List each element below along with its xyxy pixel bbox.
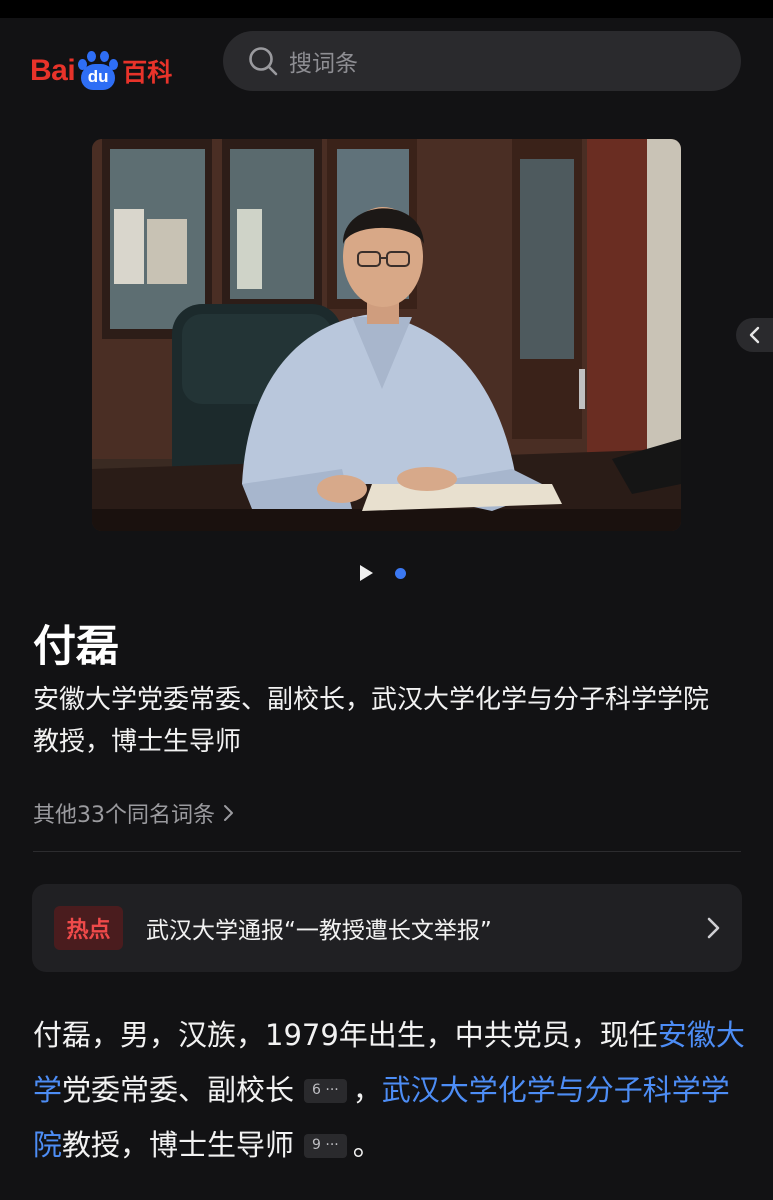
summary-text: ， [352, 1073, 382, 1107]
same-name-entries-link[interactable]: 其他33个同名词条 [33, 797, 235, 829]
summary-text: 。 [352, 1128, 382, 1162]
reference-marker[interactable]: 9 ··· [304, 1134, 347, 1158]
carousel-indicator[interactable] [358, 564, 406, 582]
same-name-entries-label: 其他33个同名词条 [33, 803, 215, 828]
logo-text-baike: 百科 [122, 58, 173, 87]
summary-text: 教授，博士生导师 [62, 1128, 295, 1162]
chevron-right-icon [224, 805, 233, 821]
hot-news-card[interactable]: 热点 武汉大学通报“一教授遭长文举报” [32, 884, 742, 972]
carousel-prev-button[interactable] [736, 318, 773, 352]
paw-icon: du [76, 50, 120, 92]
reference-marker[interactable]: 6 ··· [304, 1079, 347, 1103]
summary-text: 付磊，男，汉族，1979年出生，中共党员，现任 [33, 1018, 658, 1052]
entry-summary: 付磊，男，汉族，1979年出生，中共党员，现任安徽大学党委常委、副校长 6 ···… [33, 1008, 745, 1173]
summary-text: 党委常委、副校长 [62, 1073, 295, 1107]
play-icon[interactable] [358, 564, 374, 582]
chevron-left-icon [749, 326, 759, 344]
chevron-right-icon [707, 917, 720, 939]
status-bar [0, 0, 773, 18]
search-input[interactable]: 搜词条 [223, 31, 741, 91]
baidu-baike-logo[interactable]: Bai du 百科 [30, 50, 172, 92]
search-placeholder: 搜词条 [289, 51, 358, 77]
divider [33, 851, 741, 852]
hot-news-text: 武汉大学通报“一教授遭长文举报” [146, 918, 492, 944]
logo-text-bai: Bai [30, 54, 76, 87]
entry-photo[interactable] [92, 139, 681, 531]
search-icon [249, 47, 278, 76]
entry-subtitle: 安徽大学党委常委、副校长，武汉大学化学与分子科学学院教授，博士生导师 [33, 685, 710, 757]
logo-text-du: du [87, 67, 109, 86]
portrait-image [92, 139, 681, 531]
hot-badge: 热点 [54, 906, 123, 950]
header: Bai du 百科 搜词条 [0, 18, 773, 108]
carousel-dot-active[interactable] [395, 567, 406, 579]
entry-title: 付磊 [33, 622, 119, 672]
